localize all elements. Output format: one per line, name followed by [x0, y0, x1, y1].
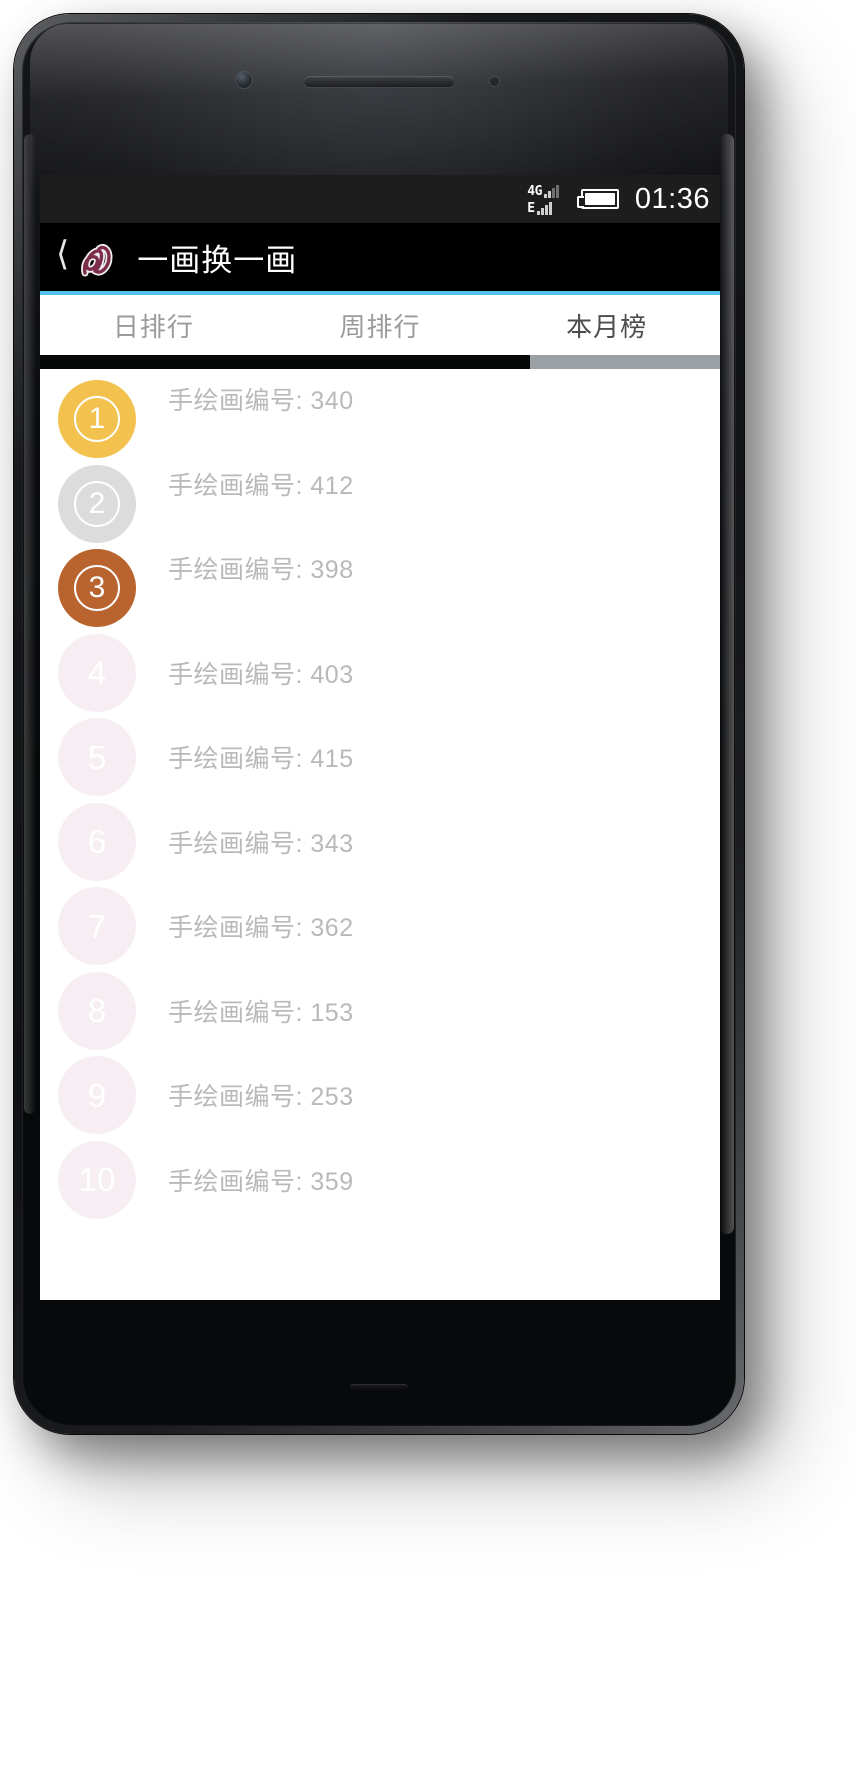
- rank-badge: 8: [58, 971, 136, 1050]
- ranking-item-label: 手绘画编号: 340: [168, 387, 354, 415]
- signal-row-primary: 4G: [527, 183, 559, 198]
- horizontal-scrollbar-thumb[interactable]: [40, 355, 530, 369]
- ranking-row[interactable]: 5 手绘画编号: 415: [40, 715, 720, 800]
- battery-fill: [584, 193, 615, 205]
- microphone-grille: [350, 1384, 408, 1390]
- ranking-row[interactable]: 6 手绘画编号: 343: [40, 800, 720, 885]
- rank-badge: 6: [58, 802, 136, 881]
- ranking-item-label: 手绘画编号: 359: [168, 1167, 354, 1196]
- rank-number-label: 5: [87, 738, 107, 776]
- ranking-item-label: 手绘画编号: 153: [168, 998, 354, 1027]
- rank-badge: 1: [58, 380, 136, 459]
- tab-weekly-ranking[interactable]: 周排行: [267, 307, 494, 344]
- app-logo-squiggle-icon: [81, 243, 113, 277]
- ranking-item-label: 手绘画编号: 415: [168, 745, 354, 774]
- ranking-row[interactable]: 1 手绘画编号: 340: [40, 377, 720, 462]
- network-type-primary-label: 4G: [527, 184, 542, 199]
- tab-monthly-ranking[interactable]: 本月榜: [493, 307, 720, 344]
- ranking-row[interactable]: 4 手绘画编号: 403: [40, 631, 720, 716]
- rank-number-label: 8: [87, 992, 107, 1030]
- rank-number-label: 6: [87, 823, 107, 861]
- ranking-item-label: 手绘画编号: 253: [168, 1083, 354, 1112]
- rank-number-label: 7: [87, 907, 107, 945]
- ranking-item-label: 手绘画编号: 343: [168, 829, 354, 858]
- proximity-sensor-icon: [490, 77, 499, 86]
- rank-badge: 4: [58, 633, 136, 712]
- rank-number-label: 9: [87, 1076, 107, 1114]
- status-bar-clock: 01:36: [634, 182, 710, 215]
- rank-number-label: 10: [78, 1161, 116, 1199]
- network-type-secondary-label: E: [527, 201, 535, 216]
- rank-badge: 3: [58, 549, 136, 628]
- signal-indicators: 4G E: [527, 183, 559, 215]
- front-camera-icon: [236, 72, 252, 88]
- ranking-row[interactable]: 10 手绘画编号: 359: [40, 1138, 720, 1223]
- ranking-item-label: 手绘画编号: 412: [168, 471, 354, 500]
- app-header: ⟨ 一画换一画: [40, 223, 720, 295]
- ranking-item-label: 手绘画编号: 403: [168, 660, 354, 689]
- rank-badge: 2: [58, 464, 136, 543]
- ranking-item-label: 手绘画编号: 398: [168, 556, 354, 584]
- status-bar: 4G E 01:36: [40, 175, 720, 223]
- tab-daily-ranking[interactable]: 日排行: [40, 307, 267, 344]
- ranking-row[interactable]: 7 手绘画编号: 362: [40, 884, 720, 969]
- rank-badge: 9: [58, 1056, 136, 1135]
- rank-badge: 10: [58, 1140, 136, 1219]
- ranking-row[interactable]: 8 手绘画编号: 153: [40, 969, 720, 1054]
- ranking-list: 1 手绘画编号: 340 2 手绘画编号: 412 3 手绘画编号: 398 4 手绘画编号:…: [40, 369, 720, 1222]
- signal-row-secondary: E: [527, 200, 559, 215]
- phone-screen: 4G E 01:36 ⟨ 一画换一画 日排行 周排行 本月榜 1 手绘画编号: …: [40, 175, 720, 1300]
- rank-number-label: 4: [87, 654, 107, 692]
- ranking-row[interactable]: 3 手绘画编号: 398: [40, 546, 720, 631]
- page-title: 一画换一画: [137, 242, 298, 278]
- rank-number-label: 2: [74, 480, 120, 527]
- tab-bar: 日排行 周排行 本月榜: [40, 295, 720, 355]
- earpiece-speaker: [304, 76, 454, 87]
- signal-bars-secondary-icon: [536, 202, 552, 215]
- battery-full-icon: [576, 189, 619, 209]
- ranking-row[interactable]: 2 手绘画编号: 412: [40, 462, 720, 547]
- rank-number-label: 1: [74, 396, 120, 443]
- ranking-row[interactable]: 9 手绘画编号: 253: [40, 1053, 720, 1138]
- rank-badge: 7: [58, 887, 136, 966]
- signal-bars-primary-icon: [543, 185, 559, 198]
- back-chevron-icon[interactable]: ⟨: [52, 237, 73, 277]
- horizontal-scrollbar-track[interactable]: [40, 355, 720, 369]
- rank-badge: 5: [58, 718, 136, 797]
- rank-number-label: 3: [74, 565, 120, 612]
- ranking-item-label: 手绘画编号: 362: [168, 914, 354, 943]
